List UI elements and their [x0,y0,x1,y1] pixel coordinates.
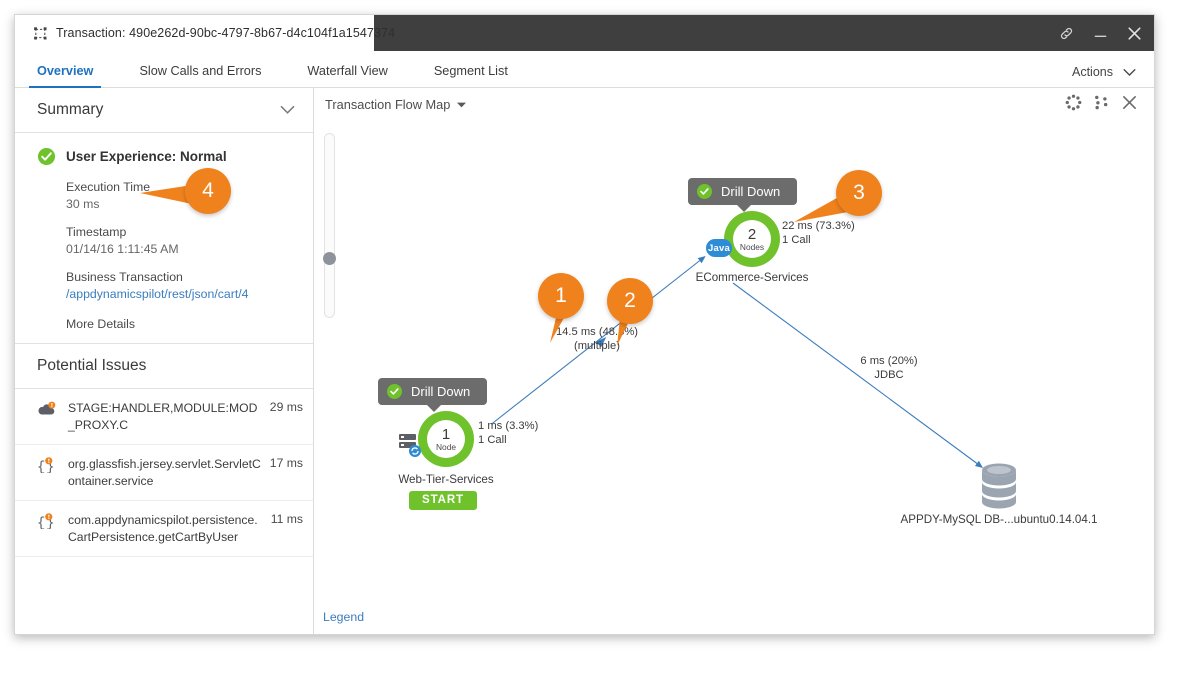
drill-down-tooltip-ecommerce[interactable]: Drill Down [688,178,798,212]
field-execution-time-key: Execution Time [66,180,151,194]
summary-header[interactable]: Summary [15,88,313,133]
tab-overview[interactable]: Overview [28,64,102,88]
node-label-mysql-db: APPDY-MySQL DB-...ubuntu0.14.04.1 [900,513,1098,526]
field-business-transaction-link[interactable]: /appdynamicspilot/rest/json/cart/4 [66,286,313,303]
chevron-down-icon[interactable] [280,105,295,115]
edge-label-ecommerce-to-mysql: 6 ms (20%) JDBC [839,354,939,382]
list-item[interactable]: STAGE:HANDLER,MODULE:MOD_PROXY.C 29 ms [15,389,313,445]
tab-waterfall-view[interactable]: Waterfall View [307,64,387,87]
edge-metric-ecommerce: 22 ms (73.3%) 1 Call [782,219,855,247]
user-experience-label: User Experience: Normal [66,149,227,164]
node-donut-hole: 1 Node [427,420,465,458]
svg-text:{: { [37,460,45,474]
drill-down-label: Drill Down [721,184,781,199]
edge-metric-line1: 1 ms (3.3%) [478,420,539,432]
node-label-ecommerce: ECommerce-Services [695,271,809,284]
flow-map-edges [491,255,984,468]
user-experience-row: User Experience: Normal [15,147,313,166]
node-donut[interactable]: 2 Nodes [724,211,780,267]
field-execution-time: Execution Time 30 ms [15,179,313,213]
close-icon[interactable] [1124,23,1144,43]
edge-metric-line2: 1 Call [782,234,811,246]
java-tech-badge: Java [706,239,732,257]
drill-down-tooltip-web-tier[interactable]: Drill Down [378,378,488,412]
potential-issues-title: Potential Issues [37,357,147,374]
field-timestamp: Timestamp 01/14/16 1:11:45 AM [15,224,313,258]
node-count: 2 [747,225,757,243]
issue-time: 17 ms [269,456,303,470]
minimize-icon[interactable] [1090,23,1110,43]
issue-time: 11 ms [270,512,303,526]
database-icon[interactable] [977,462,1021,510]
edge-label-line2: JDBC [874,369,904,381]
window-titlebar: Transaction: 490e262d-90bc-4797-8b67-d4c… [15,15,1154,51]
potential-issues-header: Potential Issues [15,344,313,389]
tab-overview-label: Overview [37,64,94,78]
window-tab-title: Transaction: 490e262d-90bc-4797-8b67-d4c… [56,26,396,40]
tab-segment-list[interactable]: Segment List [434,64,508,87]
window-controls [1056,15,1144,51]
field-timestamp-key: Timestamp [66,225,127,239]
check-circle-icon [37,147,56,166]
code-warning-icon: { } [37,513,57,534]
transaction-snapshot-icon [34,26,47,39]
edge-label-line1: 6 ms (20%) [860,355,918,367]
summary-body: User Experience: Normal Execution Time 3… [15,133,313,344]
main-tabstrip: Overview Slow Calls and Errors Waterfall… [15,51,1154,88]
svg-text:{: { [37,516,45,530]
tab-slow-calls-and-errors-label: Slow Calls and Errors [139,64,262,78]
link-icon[interactable] [1056,23,1076,43]
node-unit: Node [435,441,457,452]
window-body: Summary User Experience: Normal Executio… [15,88,1154,634]
app-root: Transaction: 490e262d-90bc-4797-8b67-d4c… [0,0,1200,679]
edge-label-line1: 14.5 ms (48.3%) [555,326,639,338]
node-donut-hole: 2 Nodes [733,220,771,258]
field-timestamp-value: 01/14/16 1:11:45 AM [66,242,179,256]
summary-title: Summary [37,101,104,118]
sidebar: Summary User Experience: Normal Executio… [15,88,314,634]
node-count: 1 [441,425,451,443]
node-web-tier-services[interactable]: 1 Node [418,411,474,467]
tab-segment-list-label: Segment List [433,64,508,78]
node-unit: Nodes [739,241,765,252]
check-circle-icon [697,184,712,199]
list-item[interactable]: { } com.appdynamicspilot.persistence.Car… [15,501,313,557]
tab-slow-calls-and-errors[interactable]: Slow Calls and Errors [139,64,261,87]
issue-name: org.glassfish.jersey.servlet.ServletCont… [68,457,261,488]
edge-metric-line2: 1 Call [478,434,507,446]
server-stack-icon [399,434,421,457]
edge-label-web-to-ecommerce: 14.5 ms (48.3%) (multiple) [542,325,652,353]
edge-metric-line1: 22 ms (73.3%) [782,220,855,232]
transaction-snapshot-window: Transaction: 490e262d-90bc-4797-8b67-d4c… [14,14,1155,635]
more-details-link[interactable]: More Details [15,317,313,331]
node-ecommerce-services[interactable]: 2 Nodes [724,211,780,267]
issue-time: 29 ms [269,400,303,414]
edge-metric-web-tier: 1 ms (3.3%) 1 Call [478,419,538,447]
cloud-warning-icon [37,401,57,422]
legend-link[interactable]: Legend [323,610,364,624]
chevron-down-icon [1123,68,1136,76]
transaction-flow-map-panel: Transaction Flow Map Drill Down 2 Nodes … [314,88,1154,634]
code-warning-icon: { } [37,457,57,478]
node-label-web-tier: Web-Tier-Services [398,473,494,486]
edge-label-line2: (multiple) [573,340,620,352]
start-badge: START [409,491,477,510]
field-business-transaction: Business Transaction /appdynamicspilot/r… [15,269,313,303]
drill-down-label: Drill Down [411,384,471,399]
field-execution-time-value: 30 ms [66,197,100,211]
tab-waterfall-view-label: Waterfall View [307,64,388,78]
actions-label: Actions [1072,65,1113,79]
issue-name: com.appdynamicspilot.persistence.CartPer… [68,513,258,544]
list-item[interactable]: { } org.glassfish.jersey.servlet.Servlet… [15,445,313,501]
field-business-transaction-key: Business Transaction [66,270,183,284]
issue-name: STAGE:HANDLER,MODULE:MOD_PROXY.C [68,401,258,432]
window-tab[interactable]: Transaction: 490e262d-90bc-4797-8b67-d4c… [15,15,395,51]
node-donut[interactable]: 1 Node [418,411,474,467]
actions-menu-button[interactable]: Actions [1072,65,1136,79]
check-circle-icon [387,384,402,399]
